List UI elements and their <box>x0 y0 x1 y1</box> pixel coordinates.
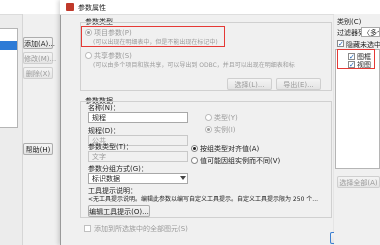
add-button[interactable]: 添加(A)... <box>23 37 55 49</box>
category-legend: 类别(C) <box>337 18 362 26</box>
align-by-group-radio[interactable] <box>191 145 198 152</box>
select-button[interactable]: 选择(L)... <box>227 78 272 90</box>
delete-button[interactable]: 删除(X) <box>23 67 53 79</box>
shared-param-desc: (可以由多个项目和族共享，可以导出到 ODBC，并且可以出现在明细表和标 <box>93 62 295 69</box>
add-all-label: 添加到所选族中的全部图元(S) <box>94 225 188 233</box>
dialog-app-icon <box>66 3 74 11</box>
background-list-selected-row[interactable] <box>0 41 17 50</box>
name-input[interactable]: 规程 <box>88 112 188 123</box>
type-radio-label: 类型(Y) <box>214 114 238 122</box>
edit-tooltip-button[interactable]: 编辑工具提示(O)... <box>88 205 150 217</box>
shared-param-radio[interactable] <box>85 52 92 59</box>
background-list[interactable] <box>0 28 18 128</box>
vary-by-group-radio[interactable] <box>191 157 198 164</box>
tooltip-value: <无工具提示说明。编辑此参数以编写自定义工具提示。自定义工具提示限为 250 个… <box>88 196 319 203</box>
category-highlight <box>337 49 375 69</box>
group-by-value: 标识数据 <box>92 175 120 183</box>
group-by-select[interactable]: 标识数据 <box>88 173 188 184</box>
filter-select[interactable]: 〈多个 <box>361 27 380 37</box>
type-radio[interactable] <box>205 114 212 121</box>
instance-radio-label: 实例(I) <box>214 126 236 134</box>
export-button[interactable]: 导出(E)... <box>276 78 321 90</box>
filter-value: 〈多个 <box>363 29 379 37</box>
hide-unchecked-checkbox[interactable]: ✓ <box>337 40 344 48</box>
project-param-desc: (可以出现在明细表中，但是不能出现在标记中) <box>93 39 218 46</box>
param-type-value: 文字 <box>92 153 106 161</box>
modify-button[interactable]: 修改(M)... <box>23 52 56 64</box>
chevron-down-icon[interactable] <box>180 176 186 180</box>
align-by-group-label: 按组类型对齐值(A) <box>200 145 260 153</box>
select-all-button[interactable]: 选择全部(A) <box>337 176 380 188</box>
dialog-title: 参数属性 <box>78 4 106 12</box>
help-button-background[interactable]: 帮助(H) <box>23 143 53 155</box>
instance-radio[interactable] <box>205 126 212 133</box>
project-param-radio[interactable] <box>85 29 92 36</box>
param-type-select[interactable]: 文字 <box>88 151 188 162</box>
add-all-checkbox[interactable] <box>84 225 91 232</box>
dialog-titlebar[interactable] <box>60 0 380 15</box>
vary-by-group-label: 值可能因组实例而不同(V) <box>200 157 281 165</box>
